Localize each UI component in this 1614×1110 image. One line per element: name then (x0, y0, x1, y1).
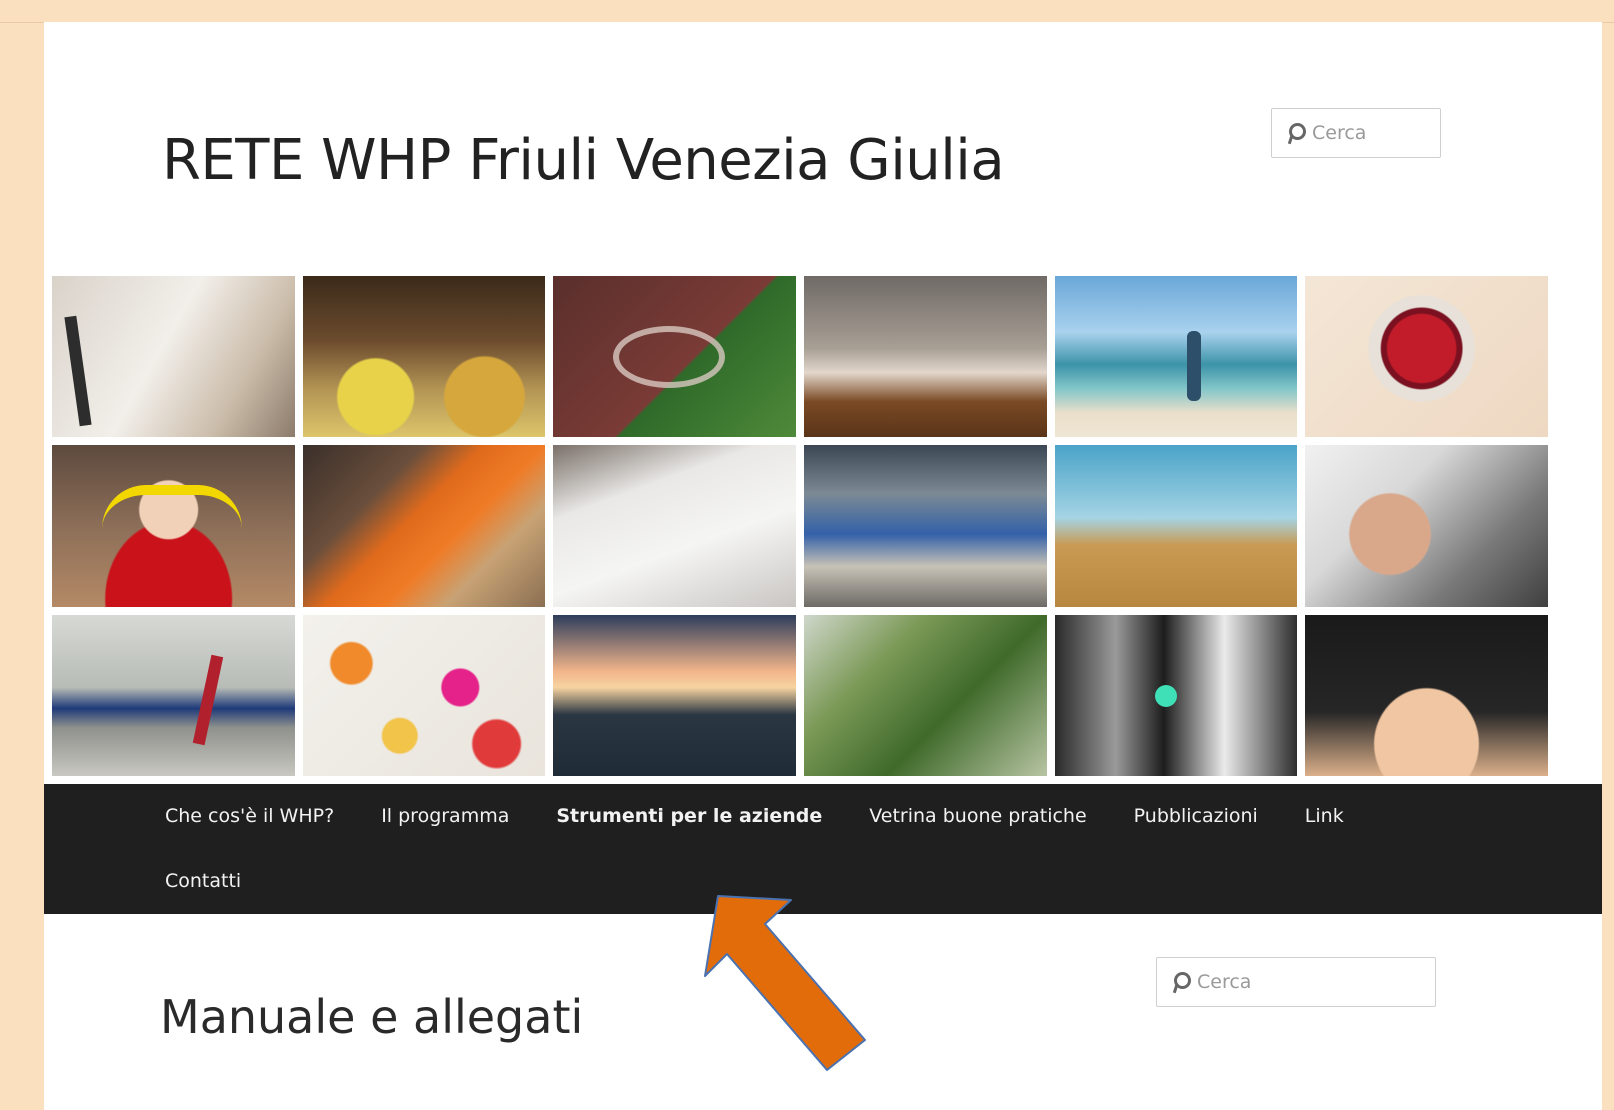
nav-item-pubblicazioni[interactable]: Pubblicazioni (1134, 784, 1258, 849)
bed-image (52, 276, 295, 438)
nav-item-vetrina-buone-pratiche[interactable]: Vetrina buone pratiche (869, 784, 1086, 849)
hardhat-worker-image (1305, 445, 1548, 607)
bike-lane-image (553, 276, 796, 438)
breaking-cigarette-image (1305, 614, 1548, 776)
berries-bowl-image (1305, 276, 1548, 438)
content-search-box[interactable] (1156, 957, 1436, 1007)
search-icon (1284, 121, 1306, 145)
webpage: RETE WHP Friuli Venezia Giulia Che cos'è… (44, 22, 1602, 1110)
nav-item-strumenti-aziende[interactable]: Strumenti per le aziende (556, 784, 822, 849)
safety-worker-image (302, 445, 546, 607)
main-navigation: Che cos'è il WHP? Il programma Strumenti… (44, 784, 1602, 914)
field-tractor-image (1054, 445, 1298, 607)
nav-item-il-programma[interactable]: Il programma (381, 784, 509, 849)
white-interior-image (553, 445, 796, 607)
header-search-box[interactable] (1271, 108, 1441, 158)
sunset-sea-image (553, 614, 796, 776)
nav-item-link[interactable]: Link (1305, 784, 1344, 849)
beach-walk-image (1054, 276, 1298, 438)
nav-item-che-cose-whp[interactable]: Che cos'è il WHP? (165, 784, 334, 849)
pills-image (302, 614, 546, 776)
runner-image (52, 614, 295, 776)
asparagus-image (804, 614, 1047, 776)
ear-protection-image (52, 445, 295, 607)
content-search-input[interactable] (1197, 971, 1307, 993)
traffic-light-image (1054, 614, 1298, 776)
header-image-mosaic (52, 276, 1548, 776)
site-title[interactable]: RETE WHP Friuli Venezia Giulia (162, 128, 1005, 193)
page-title: Manuale e allegati (160, 990, 584, 1044)
sleeping-man-image (804, 276, 1047, 438)
search-icon (1169, 970, 1191, 994)
header-search-input[interactable] (1312, 122, 1422, 144)
outer-frame (0, 0, 1614, 23)
nav-item-contatti[interactable]: Contatti (165, 849, 241, 914)
workshop-image (804, 445, 1047, 607)
grain-sacks-image (302, 276, 546, 438)
